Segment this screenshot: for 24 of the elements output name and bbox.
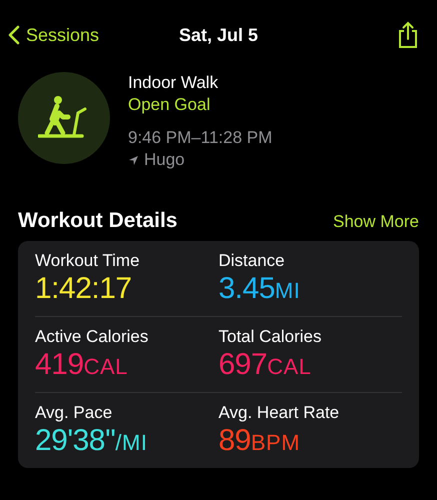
workout-time-range: 9:46 PM–11:28 PM xyxy=(128,127,272,149)
metric-value: 29'38''/MI xyxy=(35,424,148,459)
share-icon xyxy=(397,21,419,49)
metric-label: Distance xyxy=(218,250,286,272)
metric-value: 3.45MI xyxy=(218,272,302,307)
metric-label: Avg. Pace xyxy=(35,402,114,424)
share-button[interactable] xyxy=(397,21,419,49)
metric-value: 419CAL xyxy=(35,348,129,383)
workout-location: Hugo xyxy=(144,149,185,171)
chevron-left-icon xyxy=(8,25,20,45)
metric-label: Workout Time xyxy=(35,250,141,272)
metric-value: 697CAL xyxy=(218,348,312,383)
metric-value: 89BPM xyxy=(218,424,302,459)
back-button[interactable]: Sessions xyxy=(8,24,100,46)
metric-label: Avg. Heart Rate xyxy=(218,402,340,424)
metric-value: 1:42:17 xyxy=(35,272,133,306)
page-title: Sat, Jul 5 xyxy=(178,24,258,46)
show-more-link[interactable]: Show More xyxy=(333,212,419,232)
workout-name: Indoor Walk xyxy=(128,72,220,94)
metric-label: Total Calories xyxy=(218,326,322,348)
location-arrow-icon xyxy=(128,154,139,166)
metric-label: Active Calories xyxy=(35,326,150,348)
workout-goal: Open Goal xyxy=(128,94,212,116)
section-heading: Workout Details xyxy=(18,209,178,233)
